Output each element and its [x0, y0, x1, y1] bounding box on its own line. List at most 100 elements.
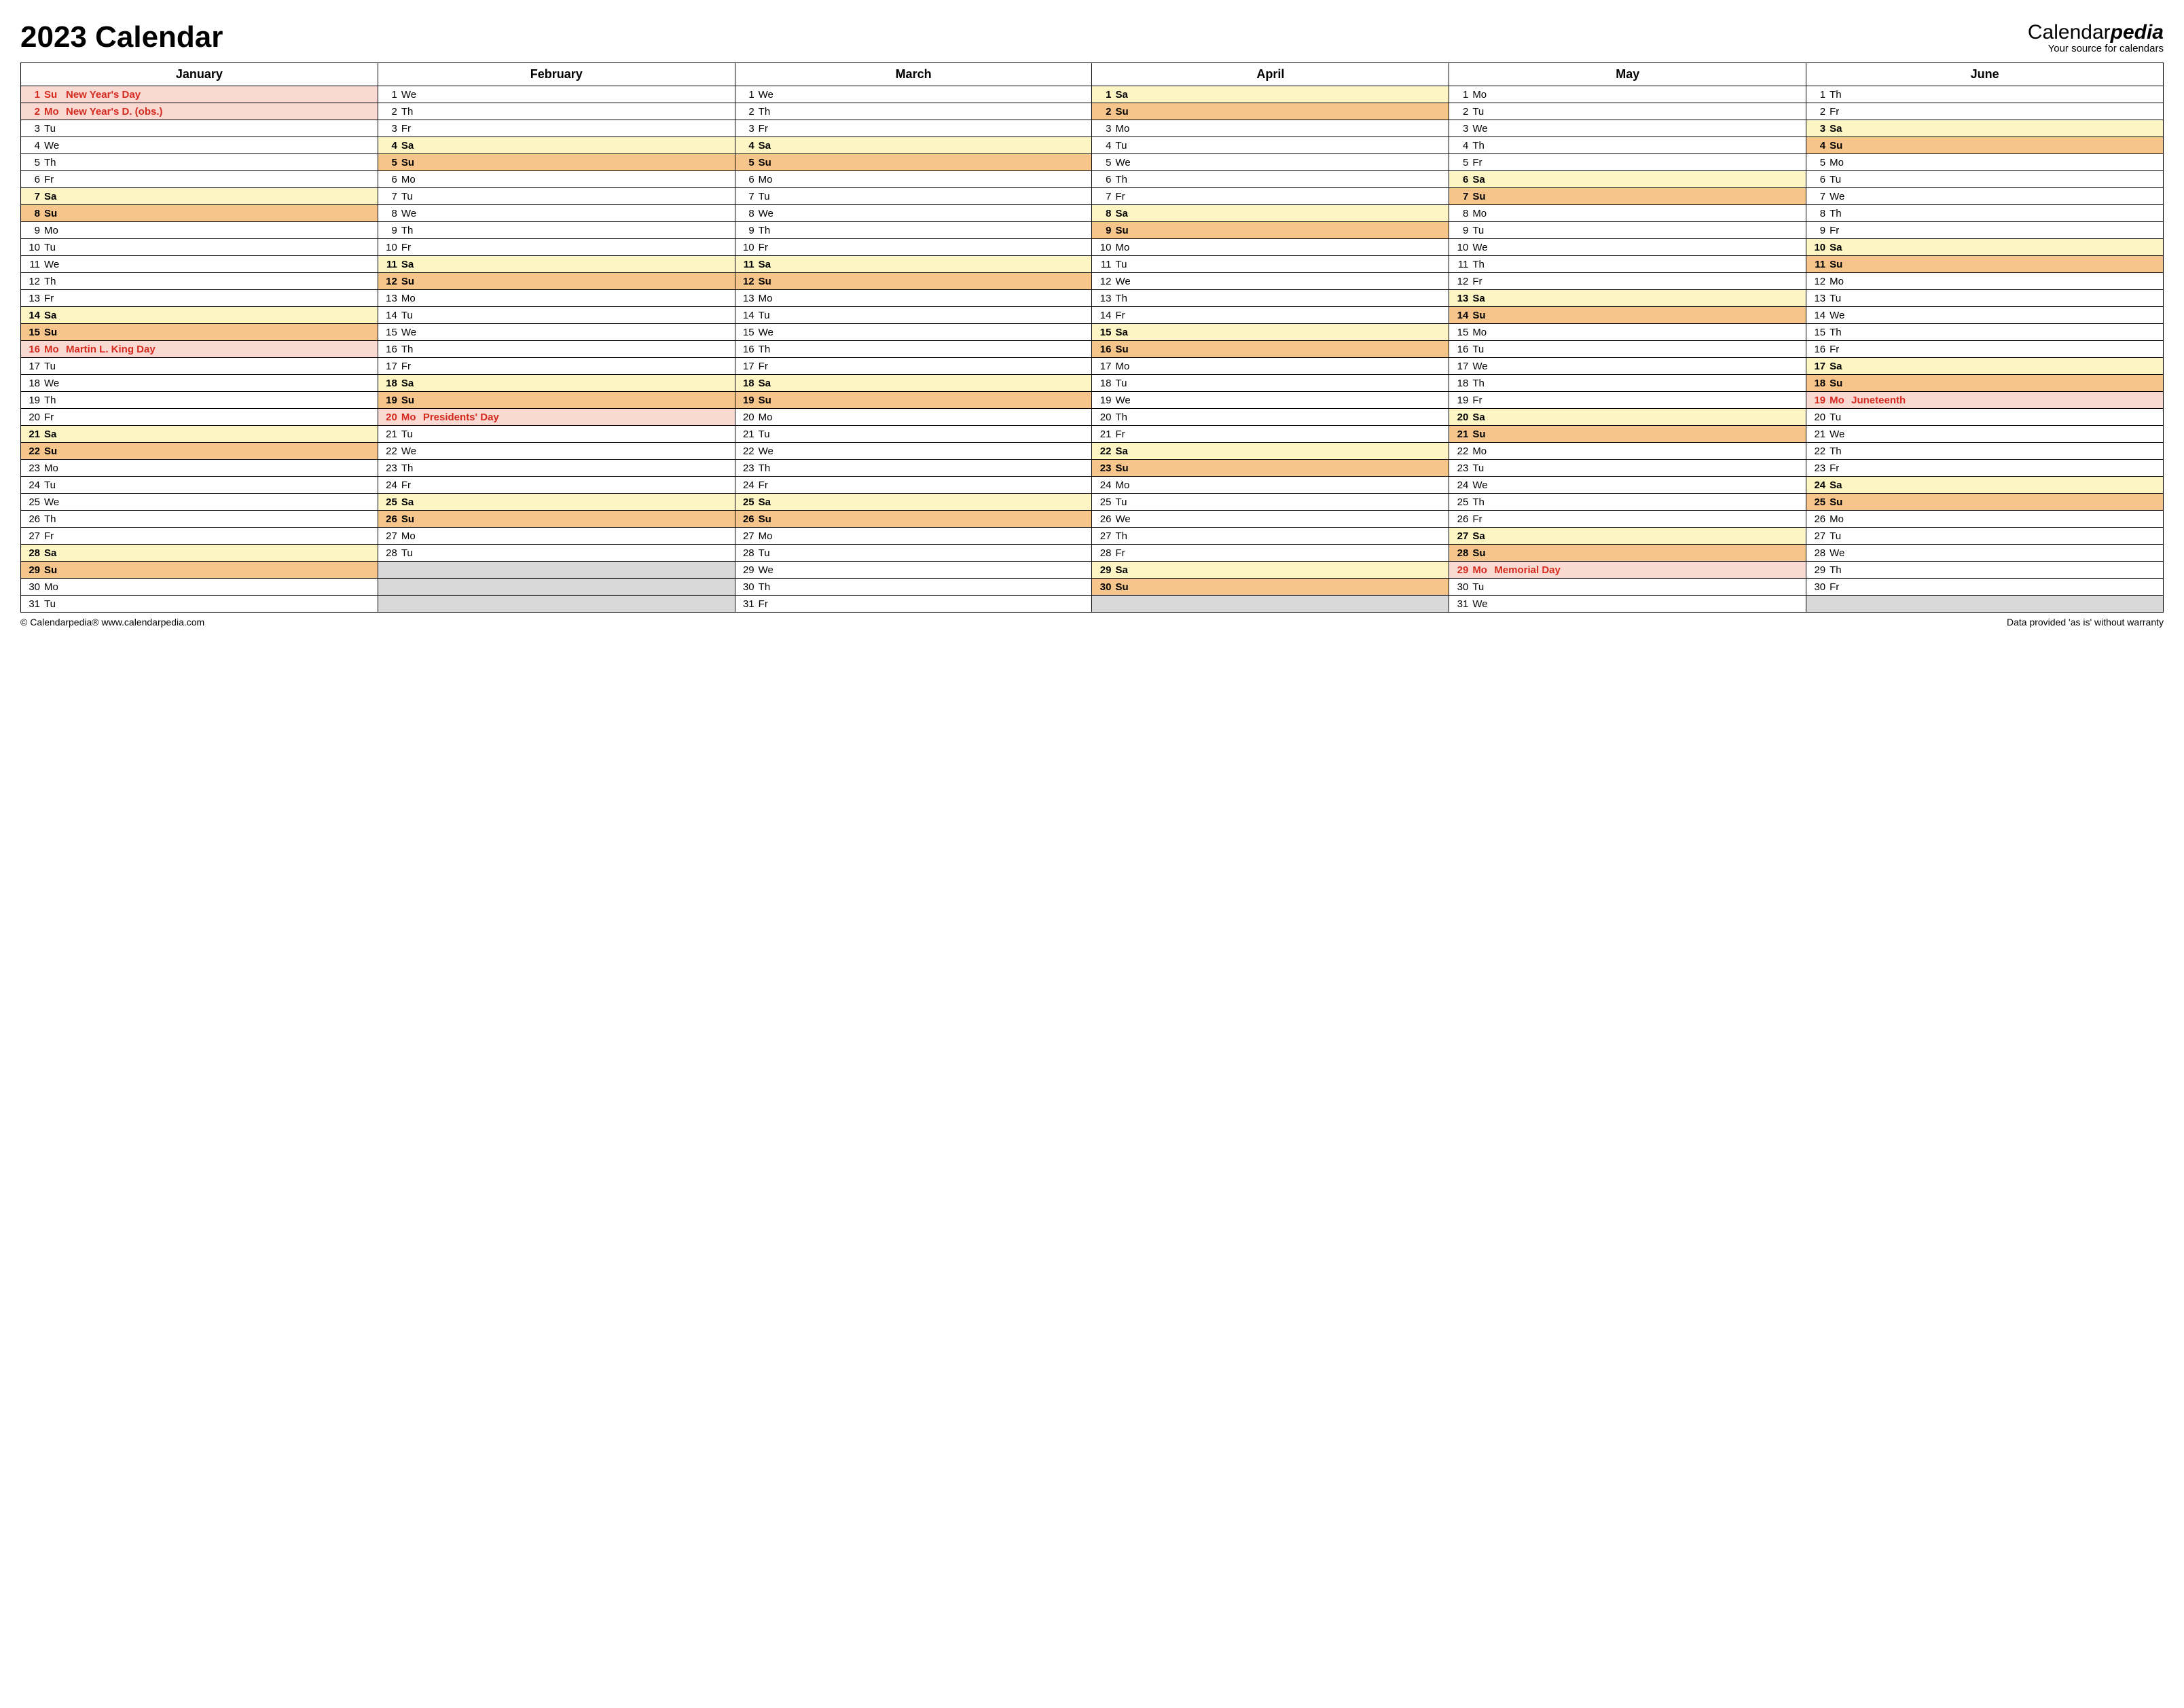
day-of-week: Tu [44, 598, 62, 610]
day-of-week: Sa [759, 140, 776, 151]
day-of-week: Mo [401, 174, 419, 185]
day-cell: 27Mo [378, 528, 735, 545]
day-of-week: Mo [759, 293, 776, 304]
day-of-week: Sa [1472, 174, 1490, 185]
day-number: 19 [382, 395, 397, 406]
day-number: 6 [1096, 174, 1111, 185]
day-of-week: Sa [44, 310, 62, 321]
day-number: 7 [1453, 191, 1468, 202]
day-cell: 22Su [21, 443, 378, 460]
day-of-week: Th [1472, 378, 1490, 389]
day-of-week: Sa [44, 191, 62, 202]
day-cell: 23Tu [1449, 460, 1806, 477]
day-of-week: Fr [44, 293, 62, 304]
day-cell: 25Sa [378, 494, 735, 511]
day-cell: 4Sa [735, 137, 1092, 154]
day-number: 19 [1810, 395, 1825, 406]
day-of-week: Tu [1472, 106, 1490, 117]
day-of-week: Th [1115, 174, 1133, 185]
day-of-week: Sa [401, 259, 419, 270]
day-number: 14 [382, 310, 397, 321]
day-number: 1 [382, 89, 397, 101]
day-cell: 26Th [21, 511, 378, 528]
day-of-week: Sa [1115, 564, 1133, 576]
day-cell: 27Th [1092, 528, 1449, 545]
day-of-week: We [759, 208, 776, 219]
day-of-week: Fr [44, 412, 62, 423]
day-cell: 18Th [1449, 375, 1806, 392]
day-number: 11 [740, 259, 754, 270]
day-cell: 3Fr [378, 120, 735, 137]
day-cell: 1We [378, 86, 735, 103]
day-number: 28 [740, 547, 754, 559]
day-number: 30 [740, 581, 754, 593]
day-number: 10 [1453, 242, 1468, 253]
month-header: March [735, 63, 1092, 86]
day-of-week: Mo [1115, 361, 1133, 372]
day-cell: 15Sa [1092, 324, 1449, 341]
day-number: 3 [1810, 123, 1825, 134]
day-of-week: Sa [759, 378, 776, 389]
day-of-week: Mo [1472, 208, 1490, 219]
day-number: 12 [1810, 276, 1825, 287]
day-of-week: Tu [1115, 140, 1133, 151]
day-cell: 19We [1092, 392, 1449, 409]
day-number: 5 [25, 157, 40, 168]
day-number: 24 [25, 479, 40, 491]
day-cell: 2Th [378, 103, 735, 120]
day-of-week: Sa [1472, 412, 1490, 423]
day-number: 2 [25, 106, 40, 117]
day-number: 20 [1096, 412, 1111, 423]
holiday-label: Memorial Day [1494, 564, 1802, 576]
day-cell: 13 Fr [21, 290, 378, 307]
day-number: 30 [1096, 581, 1111, 593]
day-number: 4 [25, 140, 40, 151]
day-cell: 6Sa [1449, 171, 1806, 188]
day-cell: 28We [1806, 545, 2164, 562]
day-of-week: We [1115, 513, 1133, 525]
day-of-week: Tu [1472, 344, 1490, 355]
day-number: 17 [1453, 361, 1468, 372]
day-of-week: Mo [759, 174, 776, 185]
day-cell: 26Su [735, 511, 1092, 528]
day-of-week: Fr [1830, 344, 1847, 355]
day-of-week: We [44, 140, 62, 151]
day-of-week: Tu [1830, 530, 1847, 542]
day-of-week: Th [759, 344, 776, 355]
day-of-week: Fr [759, 479, 776, 491]
day-number: 30 [1810, 581, 1825, 593]
day-number: 31 [740, 598, 754, 610]
day-cell: 26We [1092, 511, 1449, 528]
day-cell: 11We [21, 256, 378, 273]
day-number: 3 [382, 123, 397, 134]
day-of-week: Th [1472, 140, 1490, 151]
day-number: 29 [1096, 564, 1111, 576]
day-cell: 27Mo [735, 528, 1092, 545]
day-number: 19 [1096, 395, 1111, 406]
day-of-week: Th [401, 225, 419, 236]
day-cell: 8Su [21, 205, 378, 222]
day-of-week: Th [759, 581, 776, 593]
day-of-week: Fr [1472, 157, 1490, 168]
day-cell: 11Su [1806, 256, 2164, 273]
day-of-week: Sa [1830, 361, 1847, 372]
day-number: 17 [382, 361, 397, 372]
day-of-week: Su [1115, 581, 1133, 593]
day-number: 21 [25, 429, 40, 440]
day-number: 6 [25, 174, 40, 185]
day-cell: 28Su [1449, 545, 1806, 562]
day-of-week: Su [44, 89, 62, 101]
day-cell: 5Su [735, 154, 1092, 171]
day-number: 30 [25, 581, 40, 593]
day-of-week: We [1472, 123, 1490, 134]
day-number: 22 [1810, 446, 1825, 457]
day-cell: 18Tu [1092, 375, 1449, 392]
day-of-week: Su [1472, 191, 1490, 202]
day-cell: 17We [1449, 358, 1806, 375]
day-number: 8 [740, 208, 754, 219]
day-number: 18 [1810, 378, 1825, 389]
day-cell: 1Sa [1092, 86, 1449, 103]
day-number: 13 [25, 293, 40, 304]
day-number: 21 [1810, 429, 1825, 440]
day-number: 24 [1096, 479, 1111, 491]
